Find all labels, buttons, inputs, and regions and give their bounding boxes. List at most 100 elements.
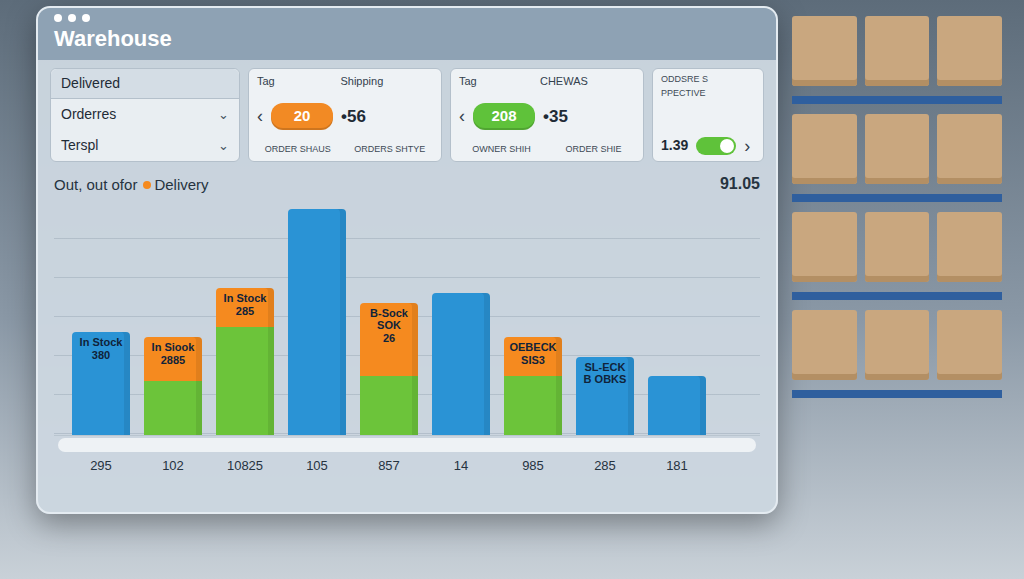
card-title: ODDSRE S PPECTIVE bbox=[661, 73, 755, 100]
chevron-icon[interactable]: ⌄ bbox=[218, 105, 229, 125]
bar-segment[interactable]: SL-ECKB OBKS bbox=[576, 357, 634, 436]
filter-title: Delivered bbox=[51, 69, 239, 99]
back-arrow-icon[interactable]: ‹ bbox=[257, 107, 263, 125]
bar-label-line: 2885 bbox=[144, 354, 202, 367]
filter-dropdown[interactable]: Terspl ⌄ bbox=[51, 130, 239, 161]
stat-card: TagCHEWAS‹208•35OWNER SHIHORDER SHIE bbox=[450, 68, 644, 162]
bar-label-line: B OBKS bbox=[576, 373, 634, 386]
bar[interactable] bbox=[432, 293, 490, 435]
axis-tick: 14 bbox=[432, 456, 490, 476]
legend-dot bbox=[143, 181, 151, 189]
bar-segment[interactable]: B-SockSOK26 bbox=[360, 303, 418, 377]
filter-label: Terspl bbox=[61, 135, 98, 156]
bar-label: In Siook2885 bbox=[144, 341, 202, 366]
axis-tick: 181 bbox=[648, 456, 706, 476]
card-caption: ORDERS SHTYE bbox=[354, 143, 425, 157]
toggle-card: ODDSRE S PPECTIVE1.39› bbox=[652, 68, 764, 162]
bar-label-line: In Stock bbox=[72, 336, 130, 349]
card-captions: OWNER SHIH ORDER SHIE bbox=[459, 143, 635, 157]
shelf-beam bbox=[792, 96, 1002, 104]
chart-axis: 2951021082510585714985285181 bbox=[54, 452, 760, 476]
crate bbox=[792, 16, 857, 86]
shelf-row bbox=[792, 16, 1002, 86]
window-controls bbox=[54, 14, 760, 22]
bar[interactable]: SL-ECKB OBKS bbox=[576, 357, 634, 436]
card-tag: Tag bbox=[257, 73, 275, 90]
crate bbox=[792, 310, 857, 380]
bar-segment[interactable] bbox=[504, 376, 562, 435]
bar-segment[interactable] bbox=[360, 376, 418, 435]
bar-label-line: B-Sock bbox=[360, 307, 418, 320]
bar-segment[interactable]: In Stock380 bbox=[72, 332, 130, 435]
bar-segment[interactable] bbox=[648, 376, 706, 435]
chart-header: Out, out oforDelivery91.05 bbox=[54, 172, 760, 196]
chart-plot: In Stock380In Siook2885In Stock285B-Sock… bbox=[54, 200, 760, 436]
card-caption: ORDER SHIE bbox=[566, 143, 622, 157]
shelf-row bbox=[792, 310, 1002, 380]
bar[interactable] bbox=[288, 209, 346, 435]
bar[interactable]: In Stock285 bbox=[216, 288, 274, 435]
bar-segment[interactable]: In Siook2885 bbox=[144, 337, 202, 381]
card-header: TagShipping bbox=[257, 73, 433, 90]
bar-segment[interactable] bbox=[216, 327, 274, 435]
bar-label-line: SOK bbox=[360, 319, 418, 332]
card-title: CHEWAS bbox=[493, 73, 635, 90]
chevron-icon[interactable]: ⌄ bbox=[218, 136, 229, 156]
bar[interactable]: In Siook2885 bbox=[144, 337, 202, 435]
bar-label: SL-ECKB OBKS bbox=[576, 361, 634, 386]
stat-card: TagShipping‹20•56ORDER SHAUSORDERS SHTYE bbox=[248, 68, 442, 162]
bar-label-line: 285 bbox=[216, 305, 274, 318]
toggle-knob bbox=[720, 139, 734, 153]
bar-segment[interactable] bbox=[144, 381, 202, 435]
window-dot-icon[interactable] bbox=[82, 14, 90, 22]
axis-tick: 105 bbox=[288, 456, 346, 476]
bar-label: In Stock380 bbox=[72, 336, 130, 361]
bar-label: B-SockSOK26 bbox=[360, 307, 418, 345]
bar-label-line: In Siook bbox=[144, 341, 202, 354]
crate bbox=[865, 310, 930, 380]
stage: Warehouse Delivered Orderres ⌄ Terspl ⌄ TagShi… bbox=[0, 0, 1024, 579]
bar-label-line: SIS3 bbox=[504, 354, 562, 367]
back-arrow-icon[interactable]: ‹ bbox=[459, 107, 465, 125]
dashboard-panel: Warehouse Delivered Orderres ⌄ Terspl ⌄ TagShi… bbox=[36, 6, 778, 514]
card-values: ‹208•35 bbox=[459, 103, 635, 130]
panel-header: Warehouse bbox=[38, 8, 776, 60]
shelf-row bbox=[792, 114, 1002, 184]
bar[interactable]: B-SockSOK26 bbox=[360, 303, 418, 436]
filter-dropdown[interactable]: Orderres ⌄ bbox=[51, 99, 239, 130]
axis-tick: 102 bbox=[144, 456, 202, 476]
window-dot-icon[interactable] bbox=[54, 14, 62, 22]
chart-reading: 91.05 bbox=[720, 172, 760, 196]
bar-segment[interactable] bbox=[432, 293, 490, 435]
crate bbox=[937, 310, 1002, 380]
crate bbox=[937, 16, 1002, 86]
window-dot-icon[interactable] bbox=[68, 14, 76, 22]
bar-label-line: 380 bbox=[72, 349, 130, 362]
crate bbox=[865, 16, 930, 86]
bar[interactable]: OEBECKSIS3 bbox=[504, 337, 562, 435]
bar-segment[interactable]: OEBECKSIS3 bbox=[504, 337, 562, 376]
count-pill[interactable]: 208 bbox=[473, 103, 535, 130]
shelf-beam bbox=[792, 194, 1002, 202]
filter-box: Delivered Orderres ⌄ Terspl ⌄ bbox=[50, 68, 240, 162]
bar[interactable]: In Stock380 bbox=[72, 332, 130, 435]
bar[interactable] bbox=[648, 376, 706, 435]
bar-label-line: 26 bbox=[360, 332, 418, 345]
bar-segment[interactable]: In Stock285 bbox=[216, 288, 274, 327]
forward-arrow-icon[interactable]: › bbox=[744, 137, 750, 155]
bar-label: In Stock285 bbox=[216, 292, 274, 317]
filter-label: Orderres bbox=[61, 104, 116, 125]
card-caption: ORDER SHAUS bbox=[265, 143, 331, 157]
bar-segment[interactable] bbox=[288, 209, 346, 435]
card-header: Tag CHEWAS bbox=[459, 73, 635, 90]
card-values: ‹20•56 bbox=[257, 103, 433, 130]
count-pill[interactable]: 20 bbox=[271, 103, 333, 130]
card-caption: OWNER SHIH bbox=[472, 143, 531, 157]
card-tag: Tag bbox=[459, 73, 477, 90]
crate bbox=[865, 114, 930, 184]
shelf-beam bbox=[792, 292, 1002, 300]
toggle-switch[interactable] bbox=[696, 137, 736, 155]
chart-baseline bbox=[58, 438, 756, 452]
summary-row: DeliveredOrderres⌄Terspl⌄TagShipping‹20•… bbox=[38, 60, 776, 166]
axis-tick: 985 bbox=[504, 456, 562, 476]
